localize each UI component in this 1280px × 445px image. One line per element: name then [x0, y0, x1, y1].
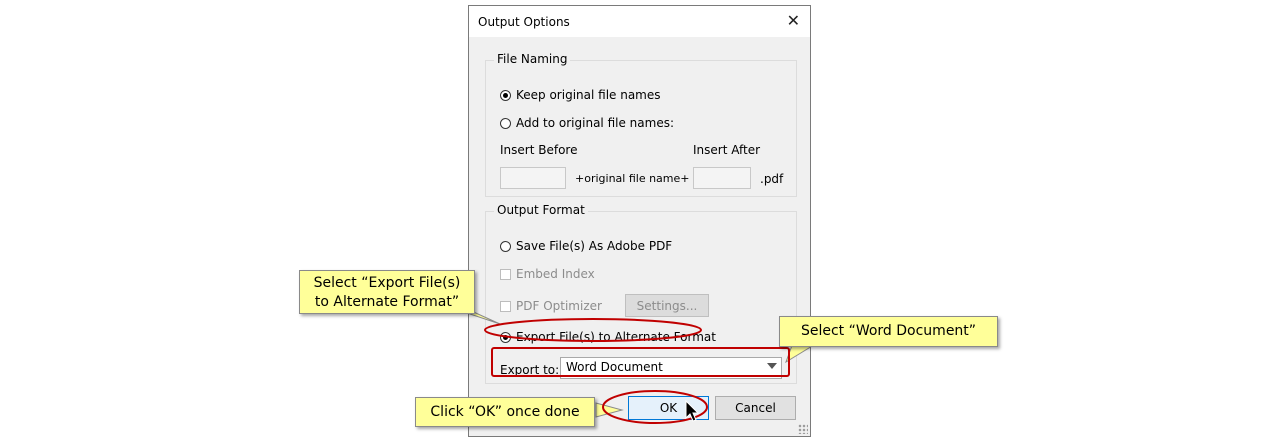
callout-ok-text: Click “OK” once done [430, 404, 580, 420]
annotation-overlay [439, 303, 824, 424]
highlight-export-to-row [491, 347, 790, 377]
mouse-cursor-icon [685, 399, 700, 422]
callout-export-line1: Select “Export File(s) [313, 275, 461, 291]
highlight-export-alternate [484, 318, 702, 342]
callout-word-text: Select “Word Document” [800, 323, 977, 339]
callout-ok: Click “OK” once done [415, 397, 595, 427]
callout-export-line2: to Alternate Format” [314, 294, 460, 310]
callout-export-alternate: Select “Export File(s) to Alternate Form… [299, 270, 475, 314]
callout-word-document: Select “Word Document” [779, 316, 998, 347]
